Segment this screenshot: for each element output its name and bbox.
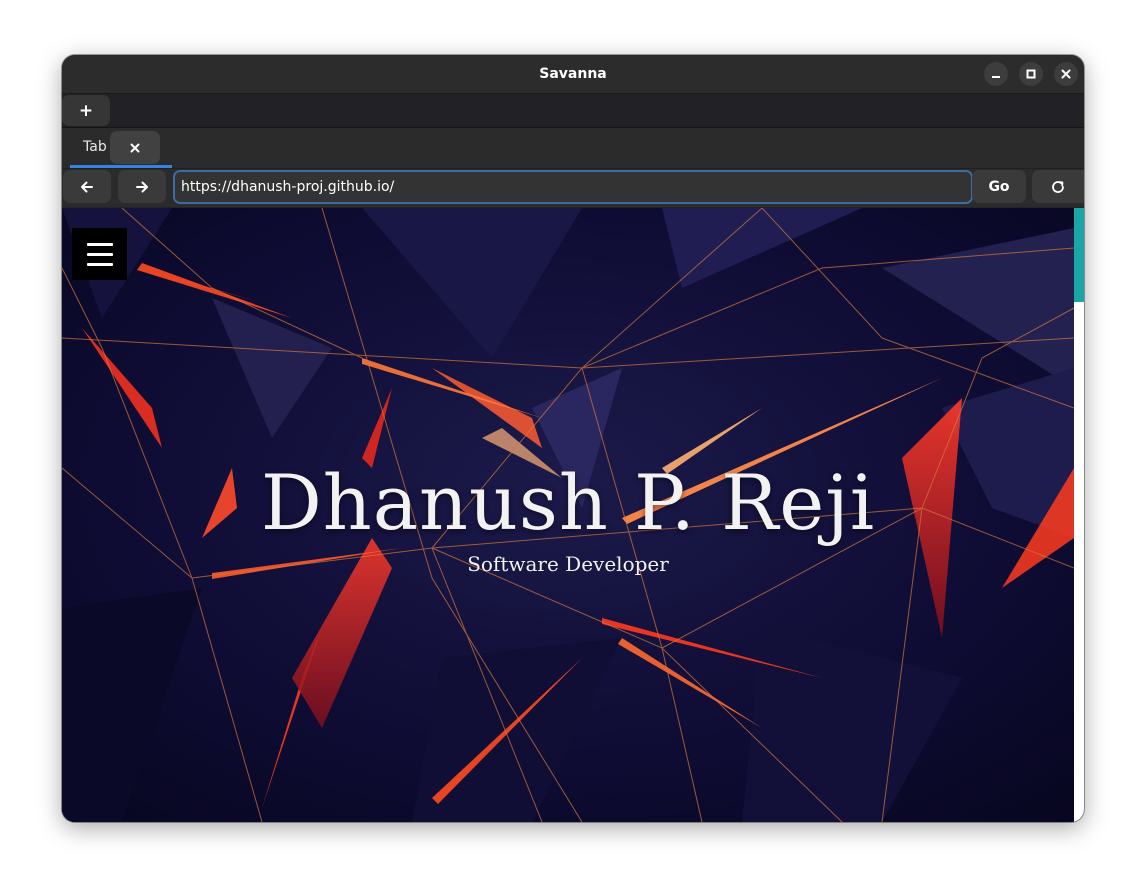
reload-button[interactable] — [1032, 170, 1084, 203]
tab-label: Tab — [83, 139, 107, 155]
hamburger-menu-icon — [86, 242, 113, 246]
title-bar[interactable]: Savanna — [62, 55, 1084, 94]
active-tab-indicator — [70, 165, 172, 168]
tab-strip: Tab — [62, 128, 1084, 169]
minimize-button[interactable] — [984, 62, 1008, 86]
back-button[interactable] — [63, 170, 111, 203]
forward-button[interactable] — [118, 170, 166, 203]
close-icon — [1061, 69, 1071, 79]
go-button[interactable]: Go — [972, 170, 1026, 203]
minimize-icon — [992, 76, 1000, 78]
tab-close-button[interactable] — [110, 131, 160, 164]
web-page-viewport: Dhanush P. Reji Software Developer — [62, 208, 1074, 822]
reload-icon — [1052, 180, 1064, 193]
arrow-left-icon — [81, 181, 93, 192]
new-tab-button[interactable]: + — [62, 95, 110, 126]
new-tab-bar: + — [62, 94, 1084, 128]
hero-name: Dhanush P. Reji — [260, 458, 876, 547]
close-window-button[interactable] — [1054, 62, 1078, 86]
navigation-bar: Go — [62, 169, 1084, 207]
hamburger-menu-button[interactable] — [72, 228, 127, 280]
arrow-right-icon — [136, 181, 148, 192]
page-scrollbar[interactable] — [1074, 208, 1084, 822]
window-title: Savanna — [539, 66, 607, 82]
maximize-button[interactable] — [1019, 62, 1043, 86]
scrollbar-thumb[interactable] — [1074, 208, 1084, 302]
tab-active[interactable]: Tab — [70, 128, 172, 168]
hero-subtitle: Software Developer — [467, 552, 669, 576]
close-icon — [130, 143, 140, 152]
url-input[interactable] — [173, 170, 973, 204]
browser-window: Savanna + Tab https://dhanush-proj.githu… — [62, 55, 1084, 822]
maximize-icon — [1026, 69, 1036, 79]
